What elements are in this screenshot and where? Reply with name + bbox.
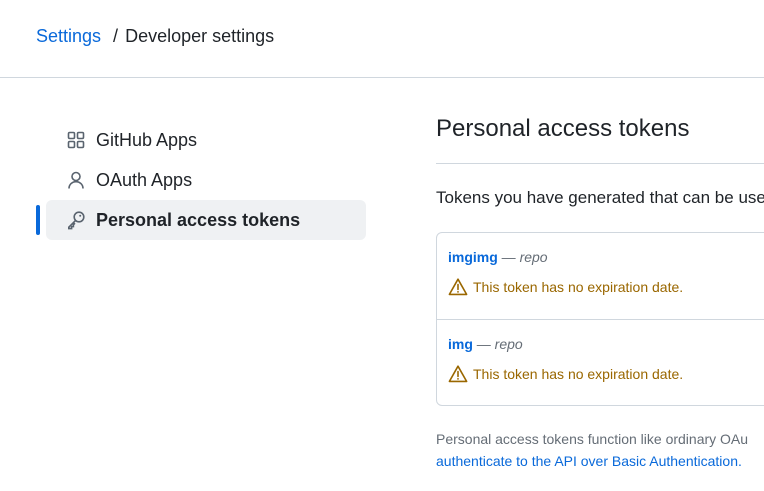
alert-icon bbox=[448, 364, 468, 384]
sidebar-item-oauth-apps[interactable]: OAuth Apps bbox=[46, 160, 366, 200]
token-scope: repo bbox=[494, 336, 523, 352]
breadcrumb-separator: / bbox=[113, 26, 119, 46]
sidebar-item-personal-access-tokens[interactable]: Personal access tokens bbox=[36, 200, 366, 240]
alert-icon bbox=[448, 277, 468, 297]
header-divider bbox=[0, 77, 764, 78]
token-dash: — bbox=[476, 336, 491, 352]
breadcrumb: Settings / Developer settings bbox=[36, 24, 274, 48]
sidebar-item-label: Personal access tokens bbox=[96, 209, 301, 230]
token-warning: This token has no expiration date. bbox=[448, 364, 764, 384]
title-divider bbox=[436, 163, 764, 164]
token-warning-text: This token has no expiration date. bbox=[473, 279, 684, 295]
breadcrumb-current: Developer settings bbox=[125, 26, 275, 46]
token-name-link[interactable]: imgimg bbox=[448, 249, 498, 265]
sidebar-item-label: GitHub Apps bbox=[96, 129, 198, 150]
token-title-line: imgimg — repo bbox=[448, 247, 764, 267]
intro-text: Tokens you have generated that can be us… bbox=[436, 188, 764, 207]
main-content: Personal access tokens Tokens you have g… bbox=[436, 112, 764, 472]
sidebar-item-label: OAuth Apps bbox=[96, 169, 193, 190]
apps-grid-icon bbox=[66, 130, 86, 150]
token-scope: repo bbox=[519, 249, 548, 265]
token-list: imgimg — repo This token has no expirati… bbox=[436, 232, 764, 406]
token-dash: — bbox=[501, 249, 516, 265]
footer-text-line: Personal access tokens function like ord… bbox=[436, 431, 749, 447]
token-name-link[interactable]: img bbox=[448, 336, 473, 352]
token-row: imgimg — repo This token has no expirati… bbox=[437, 233, 764, 319]
person-icon bbox=[66, 170, 86, 190]
basic-auth-link[interactable]: authenticate to the API over Basic Authe… bbox=[436, 453, 742, 469]
sidebar-nav: GitHub Apps OAuth Apps Personal access t… bbox=[36, 120, 366, 240]
token-warning-text: This token has no expiration date. bbox=[473, 366, 684, 382]
sidebar-item-github-apps[interactable]: GitHub Apps bbox=[46, 120, 366, 160]
active-indicator bbox=[36, 205, 40, 235]
token-title-line: img — repo bbox=[448, 334, 764, 354]
page-title: Personal access tokens bbox=[436, 115, 690, 142]
footer-description: Personal access tokens function like ord… bbox=[436, 428, 764, 472]
breadcrumb-settings-link[interactable]: Settings bbox=[36, 26, 101, 46]
token-row: img — repo This token has no expiration … bbox=[437, 319, 764, 405]
key-icon bbox=[66, 210, 86, 230]
token-warning: This token has no expiration date. bbox=[448, 277, 764, 297]
